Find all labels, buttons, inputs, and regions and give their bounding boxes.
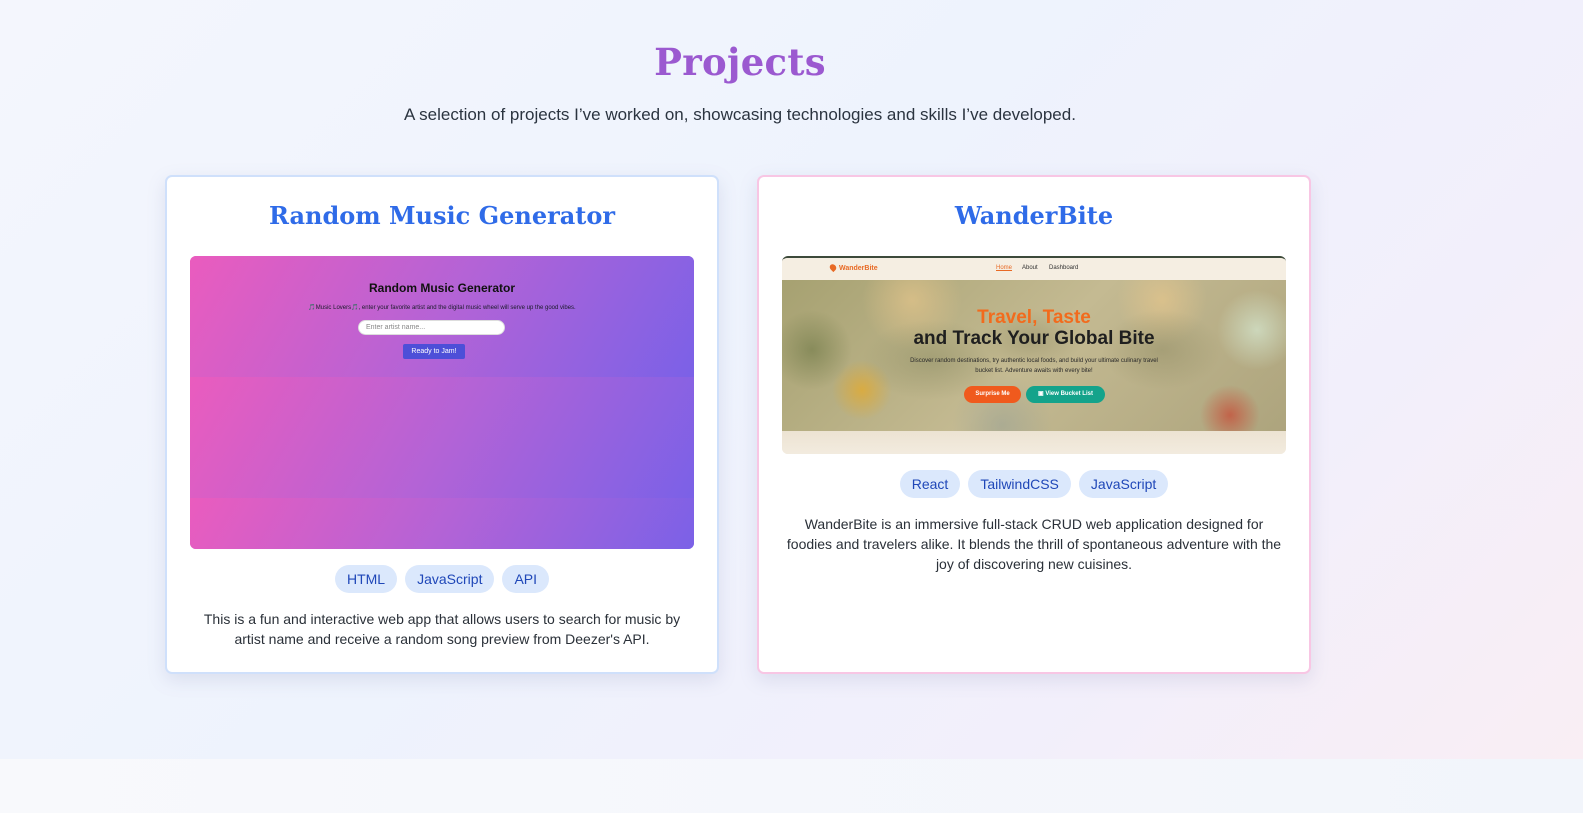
page-title: Projects xyxy=(654,40,826,84)
tag-tailwindcss: TailwindCSS xyxy=(968,470,1071,498)
preview-nav-dashboard: Dashboard xyxy=(1049,265,1079,271)
project-title: Random Music Generator xyxy=(268,201,616,230)
preview-artist-input: Enter artist name... xyxy=(358,320,505,335)
preview-surprise-button: Surprise Me xyxy=(964,386,1021,403)
preview-jam-button: Ready to Jam! xyxy=(403,344,465,359)
preview-nav-about: About xyxy=(1022,265,1038,271)
preview-hero-world-map: Travel, Taste and Track Your Global Bite… xyxy=(782,280,1286,431)
preview-headline-2: and Track Your Global Bite xyxy=(913,328,1155,349)
tag-react: React xyxy=(899,470,961,498)
preview-logo: WanderBite xyxy=(828,262,878,273)
project-title: WanderBite xyxy=(954,201,1114,230)
projects-section: Projects A selection of projects I’ve wo… xyxy=(0,0,1583,759)
preview-subtext: Discover random destinations, try authen… xyxy=(910,358,1158,374)
map-pin-icon xyxy=(828,262,838,273)
project-card-random-music-generator[interactable]: Random Music Generator Random Music Gene… xyxy=(165,175,719,674)
preview-headline-1: Travel, Taste xyxy=(977,307,1091,328)
tag-javascript: JavaScript xyxy=(405,565,495,593)
preview-background-band xyxy=(190,377,694,498)
preview-subtext: 🎵Music Lovers🎵, enter your favorite arti… xyxy=(308,305,576,311)
preview-navbar: WanderBite Home About Dashboard xyxy=(782,258,1286,280)
preview-heading: Random Music Generator xyxy=(368,281,516,295)
tech-tags: React TailwindCSS JavaScript xyxy=(759,470,1309,498)
project-description: This is a fun and interactive web app th… xyxy=(203,611,681,647)
project-card-wanderbite[interactable]: WanderBite WanderBite Home About Dashboa… xyxy=(757,175,1311,674)
preview-background-band xyxy=(190,498,694,549)
tag-api: API xyxy=(502,565,550,593)
page-footer-strip xyxy=(0,759,1583,813)
preview-footer-band xyxy=(782,431,1286,454)
page-subtitle: A selection of projects I’ve worked on, … xyxy=(404,105,1076,124)
preview-nav-home: Home xyxy=(996,265,1013,271)
project-preview-image[interactable]: WanderBite Home About Dashboard Travel, … xyxy=(782,256,1286,454)
tag-javascript: JavaScript xyxy=(1078,470,1169,498)
project-description: WanderBite is an immersive full-stack CR… xyxy=(786,516,1282,572)
preview-bucket-list-button: ▣ View Bucket List xyxy=(1026,386,1105,403)
tech-tags: HTML JavaScript API xyxy=(167,565,717,593)
project-preview-image[interactable]: Random Music Generator 🎵Music Lovers🎵, e… xyxy=(190,256,694,549)
tag-html: HTML xyxy=(334,565,398,593)
